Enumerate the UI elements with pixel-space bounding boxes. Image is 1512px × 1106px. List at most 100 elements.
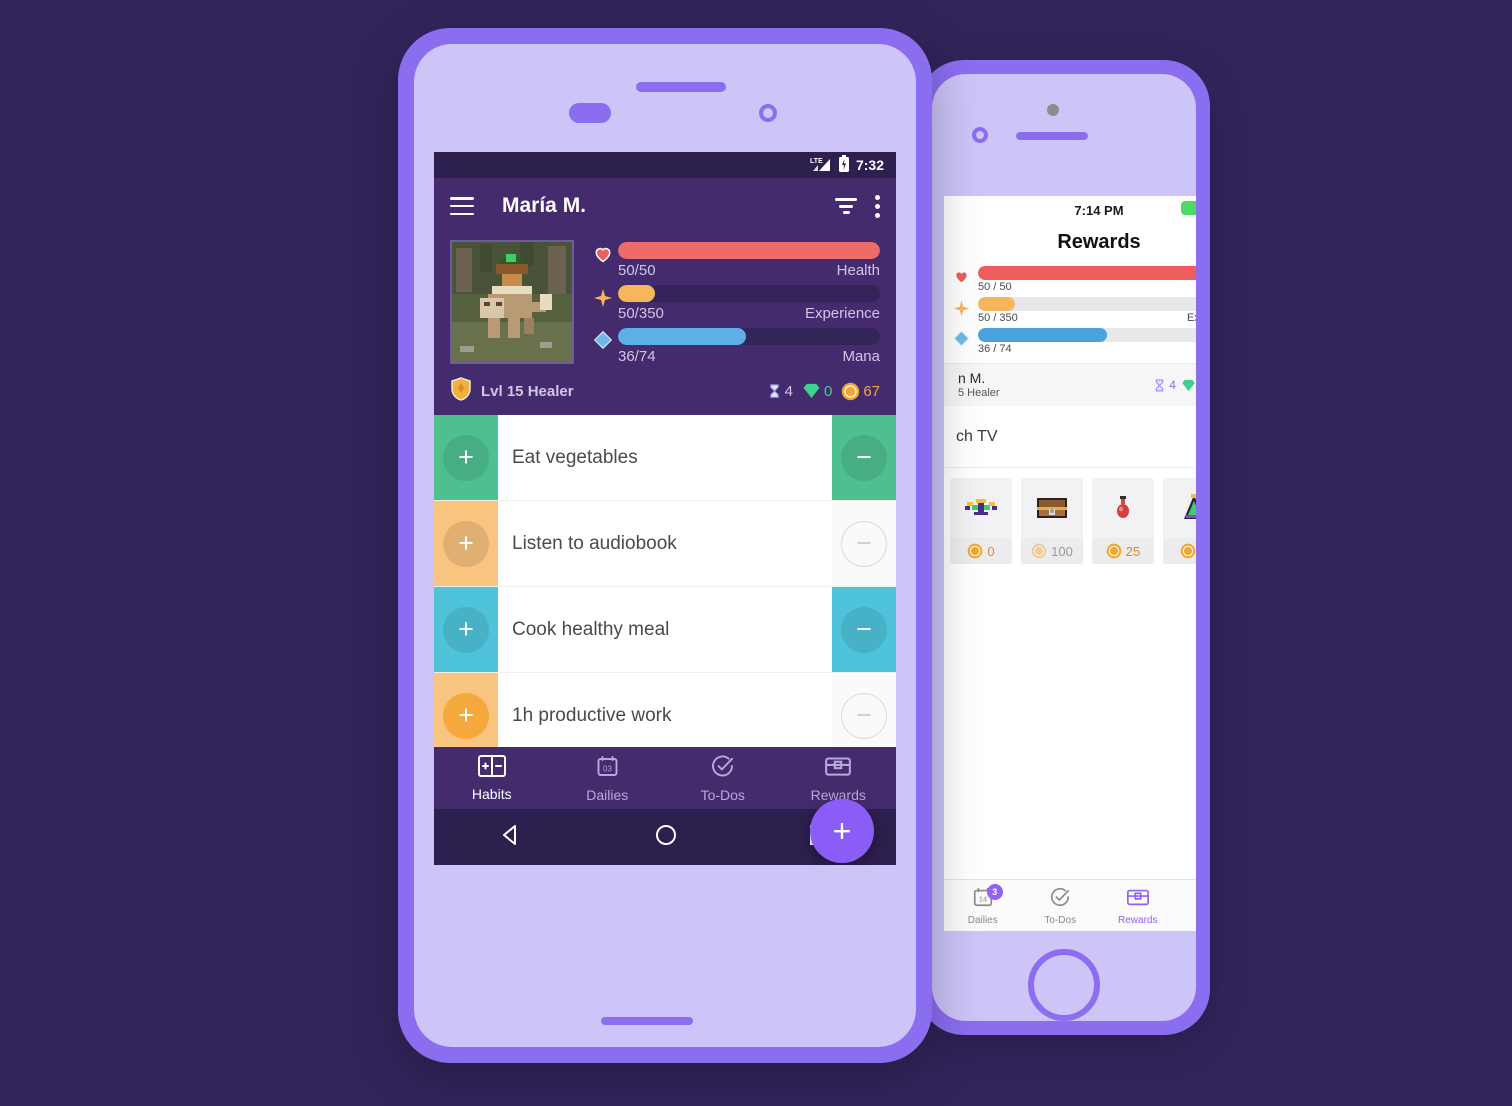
habit-plus-zone[interactable]: + bbox=[434, 673, 498, 758]
lte-signal-icon: LTE bbox=[810, 156, 832, 175]
reward-cost: 25 bbox=[1092, 538, 1154, 564]
currency-value: 67 bbox=[863, 382, 880, 400]
currency-value: 0 bbox=[823, 382, 833, 400]
ios-phone-bezel: 7:14 PM ⚡ Rewards + bbox=[932, 74, 1196, 1021]
stat-row-mana: 36 / 74 Mana bbox=[944, 328, 1196, 355]
habit-plus-zone[interactable]: + bbox=[434, 587, 498, 672]
tab-dailies[interactable]: 03 Dailies bbox=[550, 747, 666, 809]
custom-reward-title: ch TV bbox=[956, 427, 998, 445]
habit-plus-button[interactable]: + bbox=[443, 520, 489, 567]
stat-label: Health bbox=[836, 262, 880, 279]
habit-title: Cook healthy meal bbox=[512, 618, 670, 640]
filter-icon[interactable] bbox=[835, 198, 857, 214]
gold-coin-icon bbox=[1106, 543, 1122, 559]
stat-row-experience: 50 / 350 Experience bbox=[944, 297, 1196, 324]
sensor-ring-icon bbox=[972, 127, 988, 143]
reward-cost: 0 bbox=[1163, 538, 1196, 564]
stat-value: 36 / 74 bbox=[978, 343, 1012, 355]
hourglass-icon: 4 bbox=[1153, 378, 1176, 393]
home-circle-icon[interactable] bbox=[654, 823, 678, 852]
back-triangle-icon[interactable] bbox=[499, 823, 523, 852]
ios-stats-panel: 50 / 50 Health 50 / 350 bbox=[944, 262, 1196, 363]
overflow-menu-icon[interactable] bbox=[875, 194, 880, 218]
cost-value: 25 bbox=[1125, 543, 1141, 559]
star-icon bbox=[944, 297, 978, 318]
habit-minus-zone: − bbox=[832, 501, 896, 586]
android-clock: 7:32 bbox=[855, 157, 884, 173]
treasure-chest-icon bbox=[824, 754, 852, 783]
currency-group: 4 0 67 bbox=[767, 382, 880, 401]
stat-label: Experience bbox=[1186, 312, 1196, 324]
shield-icon bbox=[450, 377, 472, 405]
tab-todos[interactable]: To-Dos bbox=[665, 747, 781, 809]
ios-user-bar[interactable]: n M. 5 Healer 4 0 bbox=[944, 363, 1196, 406]
level-group: Lvl 15 Healer bbox=[450, 377, 574, 405]
reward-card[interactable]: 100 bbox=[1021, 478, 1083, 564]
habit-row[interactable]: + Cook healthy meal − bbox=[434, 587, 896, 673]
reward-card[interactable]: 0 bbox=[950, 478, 1012, 564]
android-phone-frame: LTE 7:32 María M. 50/50 Health 50/350 Ex… bbox=[398, 28, 932, 1063]
front-camera-icon bbox=[1047, 104, 1059, 116]
android-profile-header: 50/50 Health 50/350 Experience 36/74 Man… bbox=[434, 234, 896, 371]
reward-cost: 100 bbox=[1021, 538, 1083, 564]
custom-reward-row[interactable]: ch TV 3 bbox=[944, 406, 1196, 468]
cost-value: 0 bbox=[987, 543, 995, 559]
reward-card[interactable]: 0 bbox=[1163, 478, 1196, 564]
habits-plusminus-icon bbox=[477, 754, 506, 782]
habit-row[interactable]: + Eat vegetables − bbox=[434, 415, 896, 501]
cost-value: 100 bbox=[1051, 543, 1073, 559]
tab-dailies[interactable]: 14 3 Dailies bbox=[944, 880, 1022, 931]
chest-icon bbox=[1021, 478, 1083, 538]
reward-card[interactable]: 25 bbox=[1092, 478, 1154, 564]
stat-value: 50 / 350 bbox=[978, 312, 1018, 324]
habit-row[interactable]: + Listen to audiobook − bbox=[434, 501, 896, 587]
habit-minus-zone[interactable]: − bbox=[832, 587, 896, 672]
habit-minus-zone: − bbox=[832, 673, 896, 758]
ios-header: Rewards + bbox=[944, 222, 1196, 262]
android-stats-panel: 50/50 Health 50/350 Experience 36/74 Man… bbox=[588, 240, 880, 371]
habit-plus-button[interactable]: + bbox=[443, 434, 489, 481]
tab-label: Dailies bbox=[586, 786, 629, 803]
diamond-icon bbox=[588, 328, 618, 350]
android-phone-bezel: LTE 7:32 María M. 50/50 Health 50/350 Ex… bbox=[414, 44, 916, 1047]
hamburger-menu-icon[interactable] bbox=[450, 197, 474, 215]
ios-screen: 7:14 PM ⚡ Rewards + bbox=[944, 196, 1196, 931]
avatar[interactable] bbox=[450, 240, 574, 364]
heart-icon bbox=[944, 266, 978, 285]
habit-minus-zone[interactable]: − bbox=[832, 415, 896, 500]
stat-row-health: 50/50 Health bbox=[588, 242, 880, 279]
tab-label: Habits bbox=[471, 785, 512, 802]
add-habit-fab[interactable]: + bbox=[810, 799, 874, 863]
ios-status-bar: 7:14 PM ⚡ bbox=[944, 196, 1196, 222]
reward-cost: 0 bbox=[950, 538, 1012, 564]
potion-icon bbox=[1092, 478, 1154, 538]
check-circle-icon bbox=[710, 754, 735, 783]
habit-plus-button[interactable]: + bbox=[443, 606, 489, 653]
star-icon bbox=[588, 285, 618, 309]
habit-plus-zone[interactable]: + bbox=[434, 501, 498, 586]
earpiece-speaker bbox=[636, 82, 726, 92]
home-button[interactable] bbox=[1028, 949, 1100, 1021]
ios-top-bezel bbox=[932, 74, 1196, 143]
habit-plus-zone[interactable]: + bbox=[434, 415, 498, 500]
page-title: Rewards bbox=[1057, 230, 1141, 253]
stat-row-experience: 50/350 Experience bbox=[588, 285, 880, 322]
habit-minus-button[interactable]: − bbox=[841, 434, 887, 481]
tab-habits[interactable]: Habits bbox=[434, 747, 550, 809]
chin-bar bbox=[601, 1017, 693, 1025]
level-text: Lvl 15 Healer bbox=[481, 382, 574, 400]
habit-minus-button: − bbox=[841, 692, 887, 739]
treasure-chest-icon bbox=[1126, 886, 1150, 913]
hat-icon bbox=[1163, 478, 1196, 538]
armor-icon bbox=[950, 478, 1012, 538]
android-screen: LTE 7:32 María M. 50/50 Health 50/350 Ex… bbox=[434, 152, 896, 865]
tab-rewards[interactable]: Rewards bbox=[1099, 880, 1177, 931]
habit-plus-button[interactable]: + bbox=[443, 692, 489, 739]
tab-todos[interactable]: To-Dos bbox=[1022, 880, 1100, 931]
habit-title: Listen to audiobook bbox=[512, 532, 677, 554]
calendar-icon: 03 bbox=[595, 754, 620, 783]
stat-value: 50/50 bbox=[618, 262, 656, 279]
tab-menu[interactable]: Menu bbox=[1177, 880, 1197, 931]
svg-text:14: 14 bbox=[979, 894, 987, 903]
habit-minus-button[interactable]: − bbox=[841, 606, 887, 653]
